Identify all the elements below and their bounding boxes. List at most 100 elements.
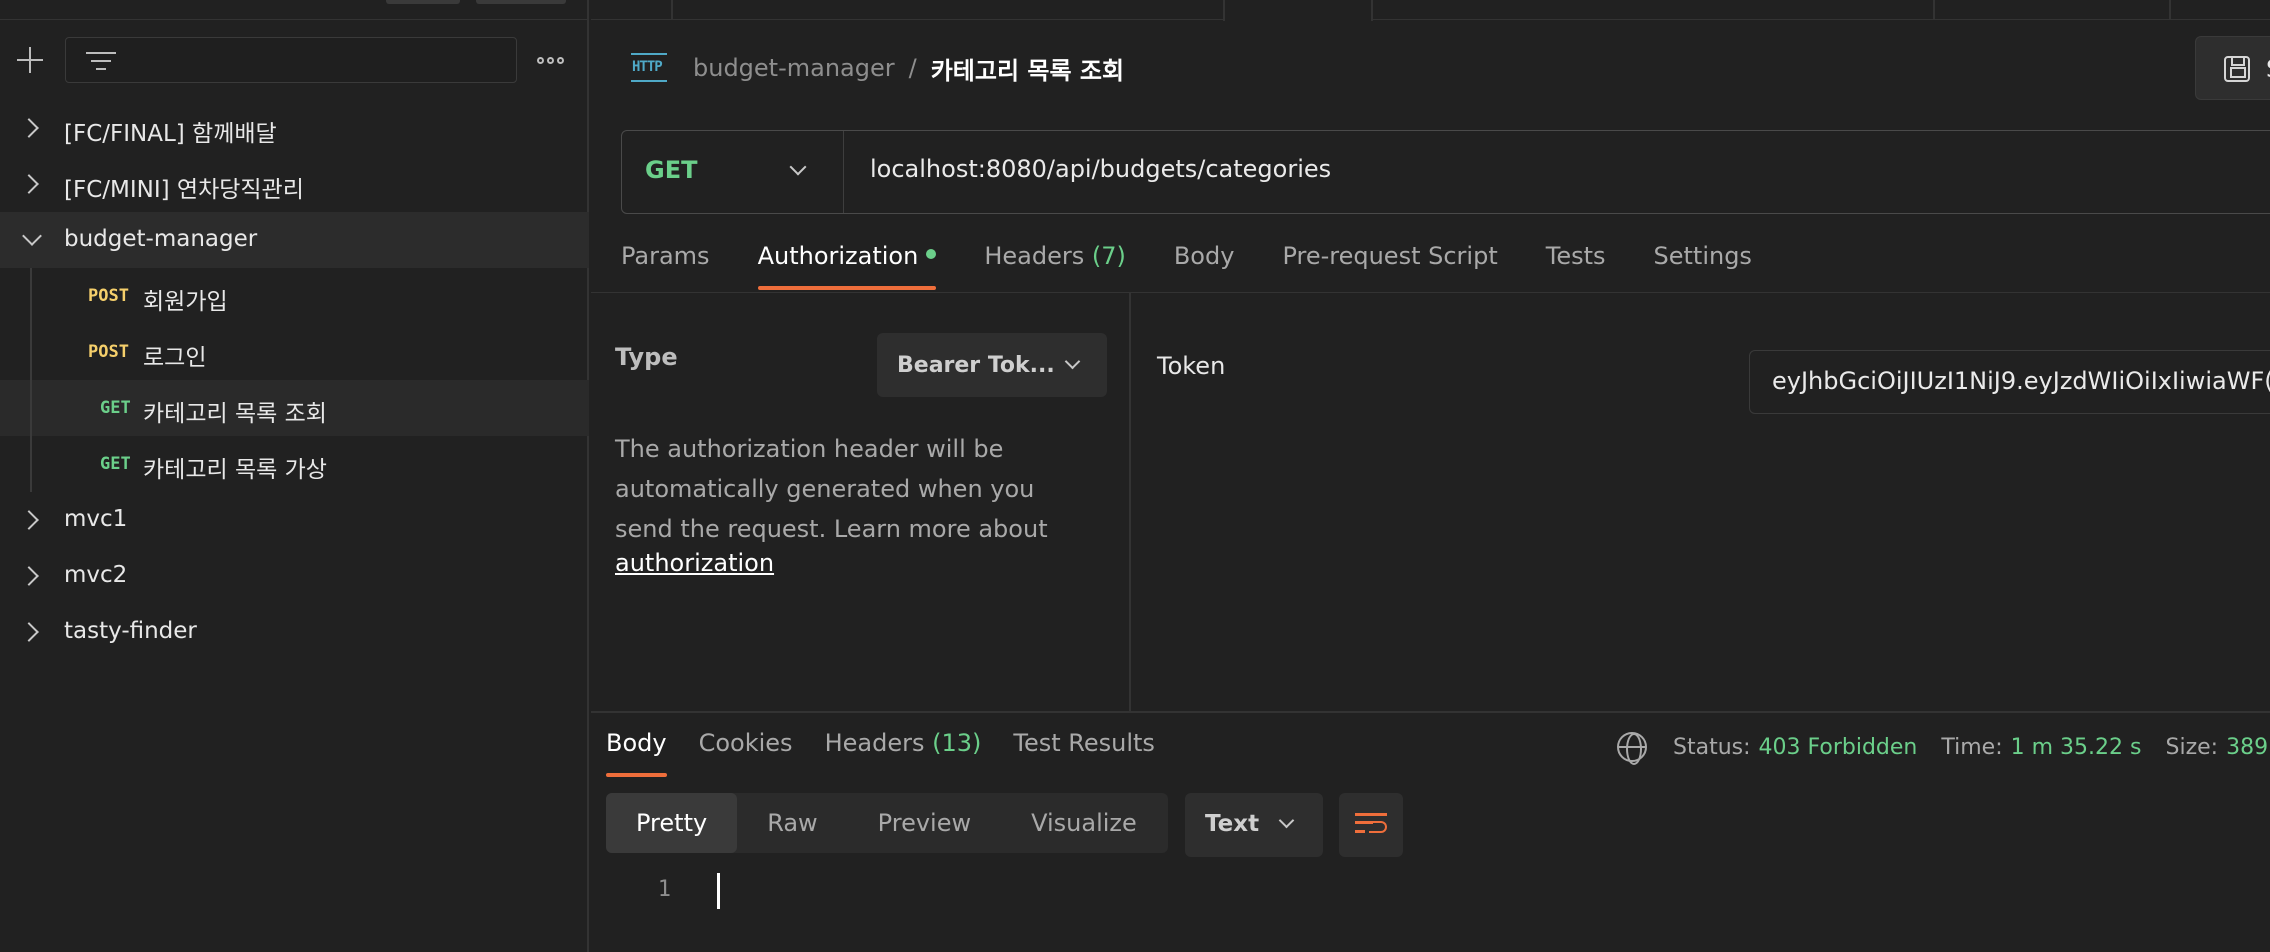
tab-body[interactable]: Body bbox=[1174, 236, 1235, 292]
sidebar-top-strip bbox=[0, 0, 589, 20]
size-value[interactable]: 389 B bbox=[2226, 735, 2270, 760]
more-options-icon[interactable] bbox=[535, 48, 565, 72]
request-tab-active[interactable] bbox=[1223, 0, 1373, 21]
breadcrumb: HTTP budget-manager / 카테고리 목록 조회 bbox=[631, 46, 1124, 90]
collection-item[interactable]: mvc2 bbox=[0, 548, 589, 604]
auth-type-value: Bearer Tok... bbox=[897, 353, 1055, 378]
collection-name: [FC/MINI] 연차당직관리 bbox=[64, 177, 304, 203]
save-icon bbox=[2224, 56, 2250, 82]
tab-label: Cookies bbox=[698, 729, 793, 757]
tab-label: Headers bbox=[984, 242, 1085, 270]
format-select[interactable]: Text bbox=[1185, 793, 1323, 857]
size-label: Size: bbox=[2165, 734, 2219, 760]
request-item[interactable]: POST 로그인 bbox=[0, 324, 589, 380]
view-raw[interactable]: Raw bbox=[737, 793, 847, 853]
tab-response-headers[interactable]: Headers (13) bbox=[825, 729, 982, 779]
tab-label: Authorization bbox=[757, 242, 919, 270]
auth-type-panel: Type Bearer Tok... The authorization hea… bbox=[591, 293, 1131, 711]
request-workspace: HTTP budget-manager / 카테고리 목록 조회 S GET l… bbox=[591, 0, 2270, 952]
tree-guide bbox=[30, 324, 32, 380]
page-title[interactable]: 카테고리 목록 조회 bbox=[931, 51, 1124, 86]
status-dot bbox=[926, 249, 937, 259]
plus-icon[interactable] bbox=[14, 44, 46, 76]
tab-params[interactable]: Params bbox=[621, 236, 710, 292]
time-value[interactable]: 1 m 35.22 s bbox=[2011, 735, 2142, 760]
request-name: 카테고리 목록 조회 bbox=[143, 401, 327, 427]
sidebar-top-button[interactable] bbox=[386, 0, 460, 4]
tab-count: (7) bbox=[1091, 242, 1126, 270]
view-visualize[interactable]: Visualize bbox=[1001, 793, 1167, 853]
tab-response-body[interactable]: Body bbox=[606, 729, 667, 779]
auth-type-select[interactable]: Bearer Tok... bbox=[877, 333, 1107, 397]
token-input[interactable]: eyJhbGciOiJIUzI1NiJ9.eyJzdWIiOiIxIiwiaWF… bbox=[1749, 350, 2270, 414]
sidebar: [FC/FINAL] 함께배달 [FC/MINI] 연차당직관리 budget-… bbox=[0, 0, 589, 952]
tab-label: Test Results bbox=[1013, 729, 1155, 757]
globe-icon[interactable] bbox=[1617, 732, 1647, 765]
method-value: GET bbox=[645, 156, 698, 184]
request-item[interactable]: POST 회원가입 bbox=[0, 268, 589, 324]
collection-item-budget-manager[interactable]: budget-manager bbox=[0, 212, 589, 268]
authorization-link[interactable]: authorization bbox=[615, 549, 774, 577]
tree-guide bbox=[30, 268, 32, 324]
tab-tests[interactable]: Tests bbox=[1546, 236, 1606, 292]
save-button[interactable]: S bbox=[2195, 36, 2270, 100]
view-preview[interactable]: Preview bbox=[848, 793, 1001, 853]
chevron-down-icon bbox=[789, 158, 807, 176]
method-badge: POST bbox=[88, 342, 129, 362]
status-badge[interactable]: 403 Forbidden bbox=[1759, 735, 1918, 760]
breadcrumb-collection[interactable]: budget-manager bbox=[693, 54, 895, 82]
tree-guide bbox=[30, 436, 32, 492]
request-item[interactable]: GET 카테고리 목록 가상 bbox=[0, 436, 589, 492]
text-caret bbox=[717, 873, 720, 909]
method-select[interactable]: GET bbox=[622, 131, 844, 213]
response-body-editor[interactable]: 1 bbox=[591, 863, 2270, 952]
collection-item[interactable]: tasty-finder bbox=[0, 604, 589, 660]
method-badge: GET bbox=[100, 398, 131, 418]
tab-pre-request-script[interactable]: Pre-request Script bbox=[1282, 236, 1497, 292]
collection-item[interactable]: mvc1 bbox=[0, 492, 589, 548]
chevron-down-icon bbox=[1064, 353, 1081, 370]
collection-name: tasty-finder bbox=[64, 618, 197, 644]
collection-name: mvc1 bbox=[64, 506, 128, 532]
request-item-active[interactable]: GET 카테고리 목록 조회 bbox=[0, 380, 589, 436]
auth-description: The authorization header will be automat… bbox=[615, 435, 1048, 543]
chevron-right-icon bbox=[19, 566, 39, 586]
tab-label: Pre-request Script bbox=[1282, 242, 1498, 270]
tab-headers[interactable]: Headers (7) bbox=[984, 236, 1126, 292]
view-pretty[interactable]: Pretty bbox=[606, 793, 738, 853]
tab-label: Body bbox=[606, 729, 667, 757]
collection-item[interactable]: [FC/MINI] 연차당직관리 bbox=[0, 156, 589, 212]
collection-item[interactable]: [FC/FINAL] 함께배달 bbox=[0, 100, 589, 156]
response-view-selector: Pretty Raw Preview Visualize bbox=[606, 793, 1168, 853]
wrap-lines-button[interactable] bbox=[1339, 793, 1403, 857]
method-badge: POST bbox=[88, 286, 129, 306]
filter-icon[interactable] bbox=[86, 50, 116, 72]
tab-settings[interactable]: Settings bbox=[1654, 236, 1752, 292]
tab-count: (13) bbox=[932, 729, 982, 757]
tab-label: Params bbox=[621, 242, 710, 270]
active-tab-underline bbox=[606, 773, 667, 777]
sidebar-top-button[interactable] bbox=[476, 0, 566, 4]
request-name: 로그인 bbox=[143, 345, 207, 371]
collection-tree: [FC/FINAL] 함께배달 [FC/MINI] 연차당직관리 budget-… bbox=[0, 100, 589, 660]
url-input[interactable]: localhost:8080/api/budgets/categories bbox=[870, 155, 1331, 183]
chevron-right-icon bbox=[19, 118, 39, 138]
chevron-right-icon bbox=[19, 622, 39, 642]
url-bar: GET localhost:8080/api/budgets/categorie… bbox=[621, 130, 2270, 214]
request-tab-strip bbox=[591, 0, 2270, 21]
tab-label: Tests bbox=[1545, 242, 1606, 270]
sidebar-toolbar bbox=[0, 30, 589, 90]
chevron-right-icon bbox=[19, 174, 39, 194]
tab-test-results[interactable]: Test Results bbox=[1013, 729, 1155, 779]
tab-authorization[interactable]: Authorization bbox=[757, 236, 937, 292]
save-label: S bbox=[2266, 55, 2270, 83]
method-badge: GET bbox=[100, 454, 131, 474]
tab-response-cookies[interactable]: Cookies bbox=[699, 729, 793, 779]
format-value: Text bbox=[1205, 811, 1260, 837]
chevron-down-icon bbox=[22, 226, 42, 246]
collection-search-input[interactable] bbox=[65, 37, 517, 83]
line-number: 1 bbox=[657, 877, 671, 902]
auth-type-label: Type bbox=[615, 343, 678, 371]
token-label: Token bbox=[1157, 352, 1226, 380]
request-tabs: Params Authorization Headers (7) Body Pr… bbox=[621, 236, 1800, 292]
